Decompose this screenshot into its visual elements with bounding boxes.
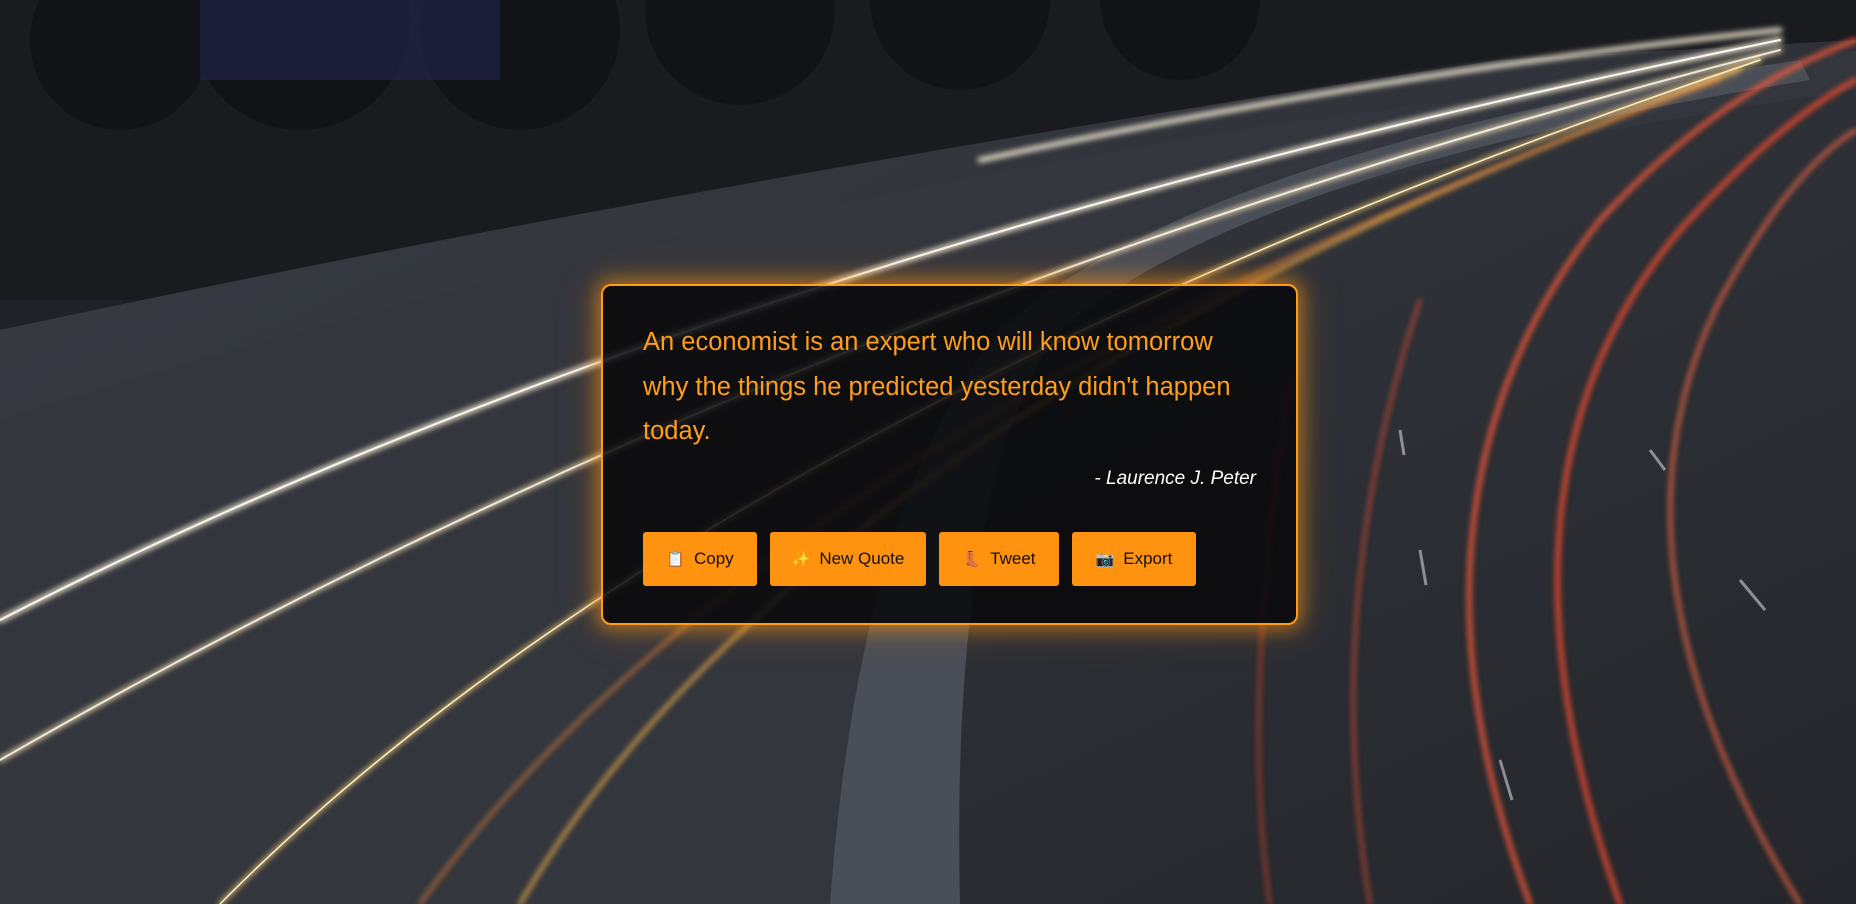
tweet-button-label: Tweet	[990, 549, 1036, 568]
copy-button-label: Copy	[694, 549, 734, 568]
copy-button[interactable]: 📋 Copy	[643, 532, 757, 586]
camera-icon: 📷	[1095, 550, 1115, 568]
quote-text: An economist is an expert who will know …	[643, 328, 1231, 445]
quote-author: - Laurence J. Peter	[1094, 467, 1256, 489]
boot-icon: 👢	[962, 550, 982, 568]
quote-card: An economist is an expert who will know …	[601, 284, 1298, 625]
export-button-label: Export	[1123, 549, 1173, 568]
sparkles-icon: ✨	[791, 550, 811, 568]
tweet-button[interactable]: 👢 Tweet	[939, 532, 1059, 586]
clipboard-icon: 📋	[666, 550, 685, 568]
action-bar: 📋 Copy ✨ New Quote 👢 Tweet 📷 Export	[643, 532, 1196, 586]
new-quote-button-label: New Quote	[819, 549, 905, 568]
new-quote-button[interactable]: ✨ New Quote	[770, 532, 926, 586]
export-button[interactable]: 📷 Export	[1072, 532, 1196, 586]
